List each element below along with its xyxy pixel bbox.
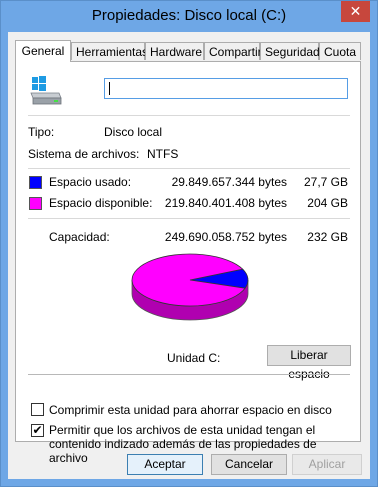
- used-space-label: Espacio usado:: [49, 175, 132, 189]
- window-title: Propiedades: Disco local (C:): [91, 7, 287, 24]
- tab-seguridad[interactable]: Seguridad: [260, 42, 320, 60]
- dialog-client-area: General Herramientas Hardware Compartir …: [8, 32, 370, 479]
- tab-herramientas[interactable]: Herramientas: [71, 42, 148, 60]
- file-system-value: NTFS: [147, 147, 179, 161]
- volume-name-input[interactable]: [104, 78, 348, 99]
- capacity-label: Capacidad:: [49, 230, 110, 244]
- general-tab-panel: Tipo: Disco local Sistema de archivos: N…: [15, 61, 361, 465]
- index-checkbox[interactable]: ✔: [31, 424, 44, 437]
- drive-label: Unidad C:: [167, 351, 221, 365]
- used-space-swatch: [29, 176, 42, 189]
- capacity-bytes: 249.690.058.752 bytes: [164, 230, 287, 244]
- free-space-label: Espacio disponible:: [49, 196, 153, 210]
- tab-compartir[interactable]: Compartir: [204, 42, 262, 60]
- free-space-bytes: 219.840.401.408 bytes: [164, 196, 287, 210]
- used-space-bytes: 29.849.657.344 bytes: [171, 175, 287, 189]
- close-button[interactable]: ✕: [341, 1, 370, 22]
- file-system-label: Sistema de archivos:: [28, 147, 140, 161]
- text-caret: [109, 82, 110, 95]
- compress-label[interactable]: Comprimir esta unidad para ahorrar espac…: [49, 403, 332, 417]
- separator: [28, 218, 350, 219]
- used-space-size: 27,7 GB: [303, 175, 348, 189]
- disk-usage-pie-chart: [131, 253, 249, 321]
- type-label: Tipo:: [28, 125, 55, 139]
- cancel-button[interactable]: Cancelar: [211, 454, 287, 475]
- properties-window: Propiedades: Disco local (C:) ✕ General …: [0, 0, 378, 487]
- tab-general[interactable]: General: [15, 40, 71, 62]
- drive-icon: [30, 76, 62, 105]
- type-value: Disco local: [104, 125, 163, 139]
- separator: [28, 374, 350, 375]
- capacity-size: 232 GB: [307, 230, 348, 244]
- disk-cleanup-button[interactable]: Liberar espacio: [267, 345, 351, 381]
- free-space-swatch: [29, 197, 42, 210]
- ok-button[interactable]: Aceptar: [127, 454, 203, 475]
- separator: [28, 115, 350, 116]
- tab-cuota[interactable]: Cuota: [319, 42, 361, 60]
- compress-checkbox[interactable]: [31, 403, 44, 416]
- separator: [28, 168, 350, 169]
- free-space-size: 204 GB: [307, 196, 348, 210]
- title-bar[interactable]: Propiedades: Disco local (C:) ✕: [1, 1, 377, 32]
- tab-hardware[interactable]: Hardware: [145, 42, 204, 60]
- apply-button[interactable]: Aplicar: [292, 454, 362, 475]
